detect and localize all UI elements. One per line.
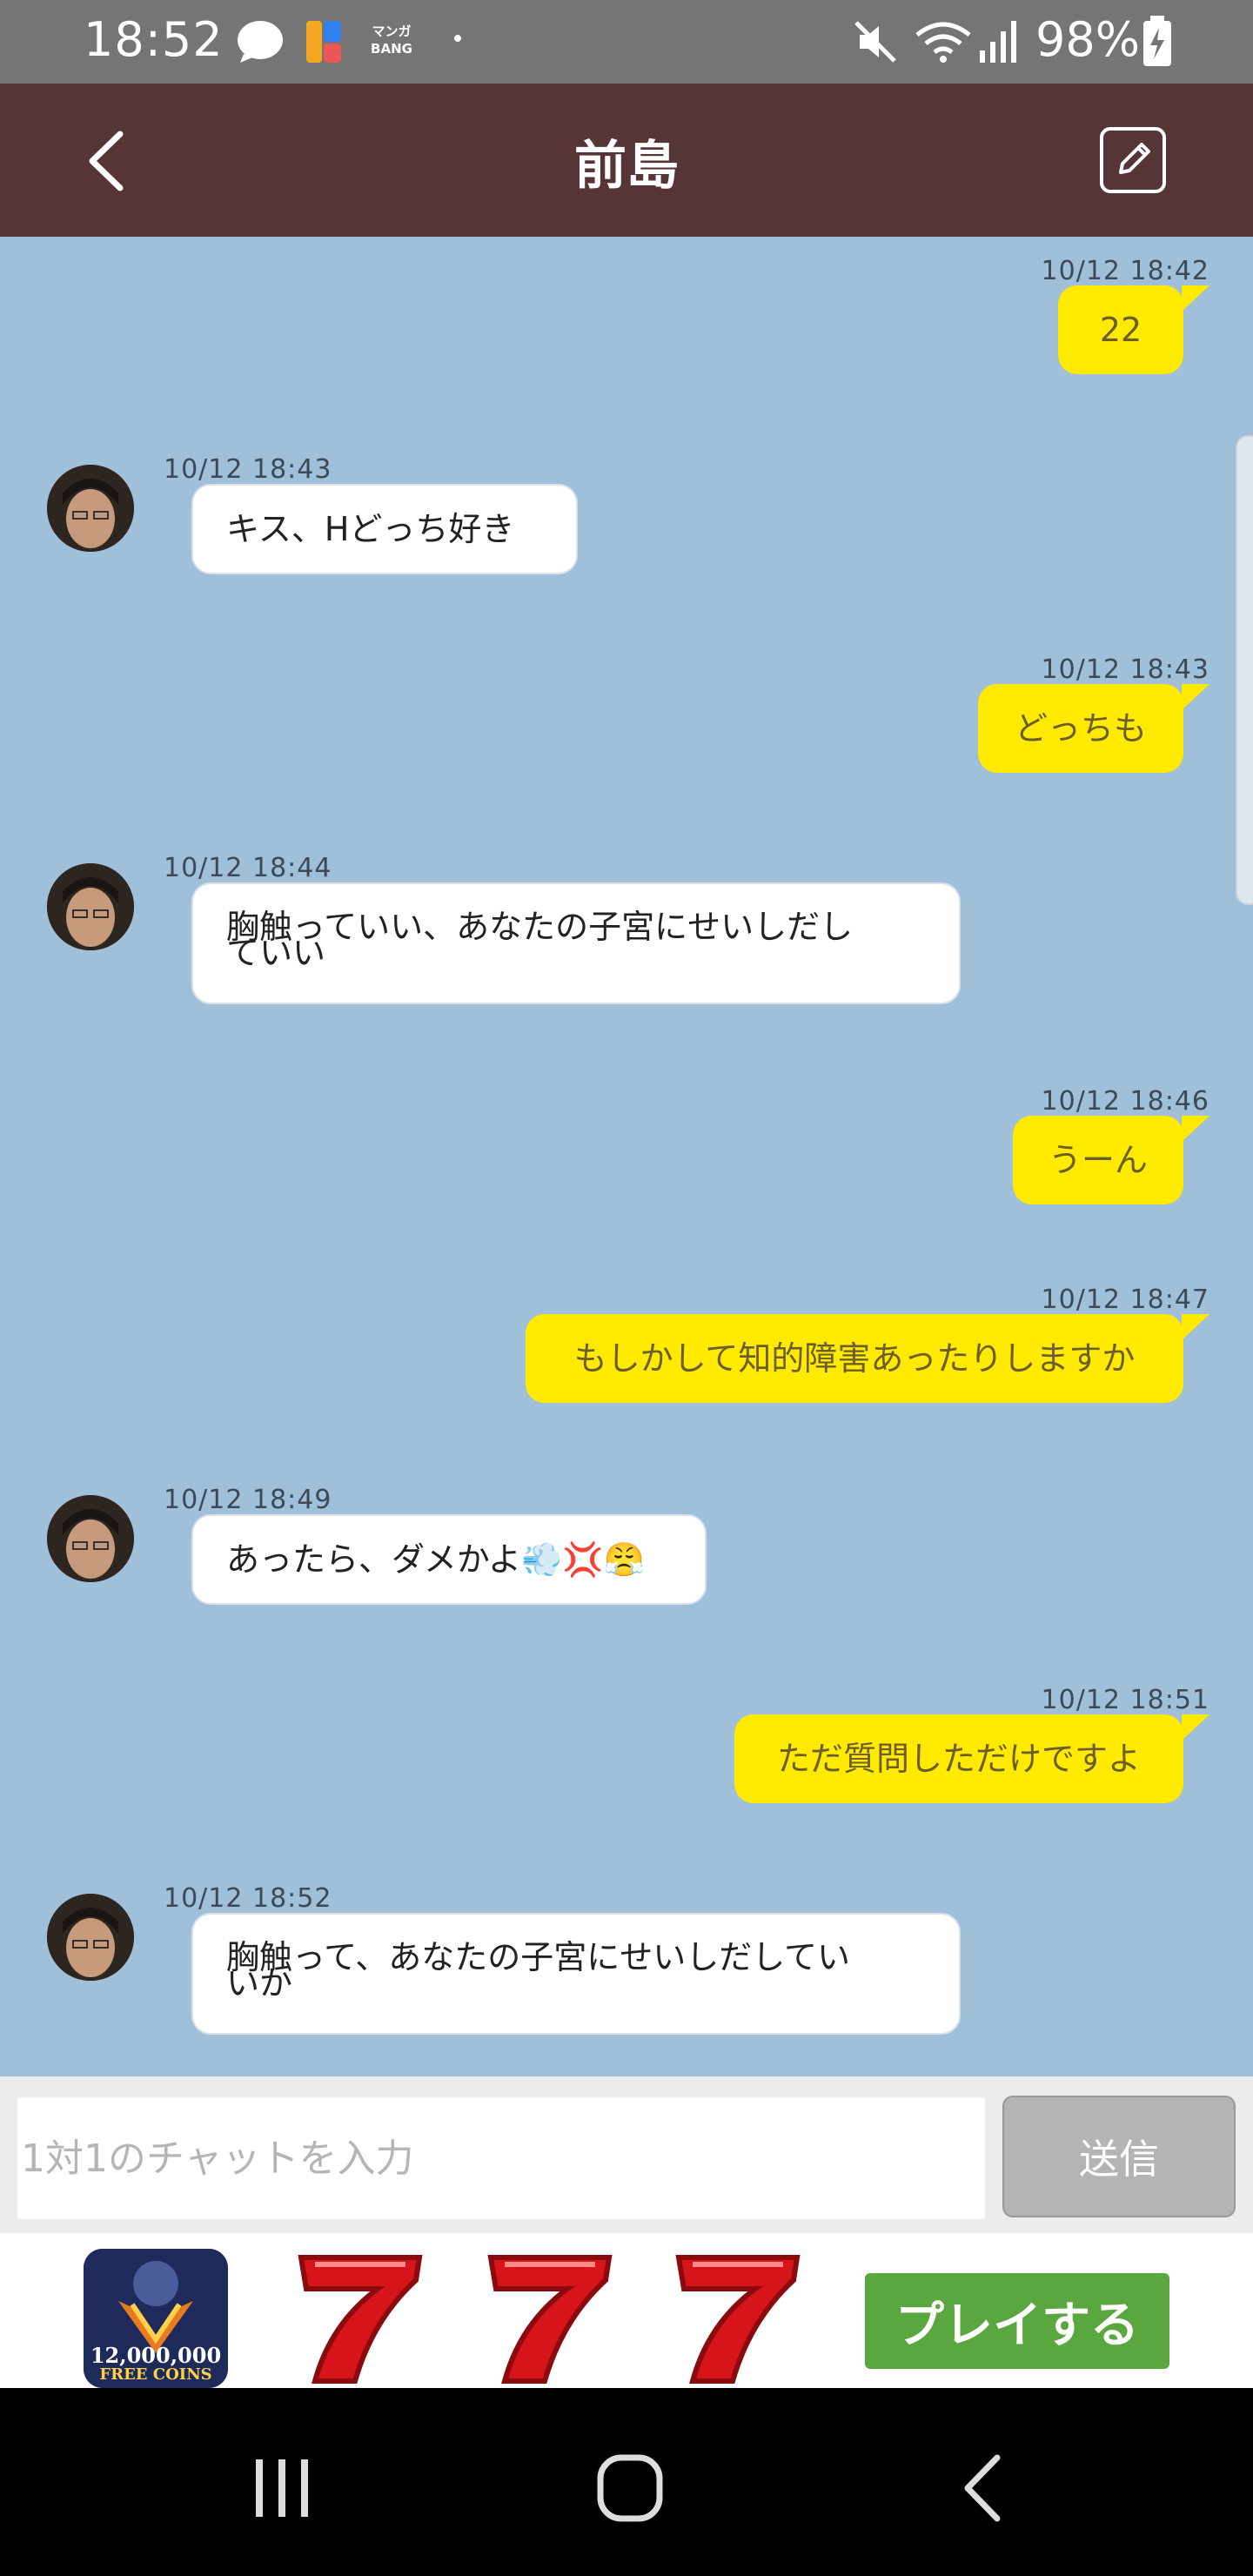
message-timestamp: 10/12 18:43 bbox=[1041, 654, 1209, 685]
ad-icon-caption: FREE COINS bbox=[99, 2365, 212, 2384]
recent-apps-icon[interactable] bbox=[230, 2440, 334, 2536]
battery-charging-icon bbox=[1143, 16, 1171, 66]
chat-bubble-icon bbox=[238, 21, 283, 63]
message-timestamp: 10/12 18:46 bbox=[1041, 1086, 1209, 1117]
message-text-line: いか bbox=[226, 1964, 293, 2002]
message-input[interactable] bbox=[17, 2097, 985, 2219]
lucky-seven-icon bbox=[298, 2255, 423, 2384]
sent-message-bubble[interactable]: 22 bbox=[1058, 285, 1209, 374]
lucky-seven-icon bbox=[487, 2255, 613, 2384]
status-time: 18:52 bbox=[84, 12, 224, 67]
avatar-photo-icon bbox=[47, 465, 134, 552]
avatar-photo-icon bbox=[47, 1495, 134, 1582]
avatar-photo-icon bbox=[47, 1894, 134, 1981]
message-text-line: ていい bbox=[226, 934, 326, 972]
avatar-photo-icon bbox=[47, 863, 134, 950]
avatar[interactable] bbox=[47, 1894, 134, 1981]
scrollbar-handle[interactable] bbox=[1236, 435, 1253, 905]
avatar[interactable] bbox=[47, 1495, 134, 1582]
signal-icon bbox=[980, 21, 1016, 63]
nav-back-icon[interactable] bbox=[931, 2440, 1035, 2536]
message-timestamp: 10/12 18:42 bbox=[1041, 256, 1209, 286]
wifi-icon bbox=[915, 22, 971, 63]
message-timestamp: 10/12 18:43 bbox=[164, 454, 332, 485]
sent-message-bubble[interactable]: うーん bbox=[1013, 1116, 1209, 1204]
page-title: 前島 bbox=[574, 136, 679, 197]
pencil-icon bbox=[1119, 143, 1150, 174]
message-text: あったら、ダメかよ💨💢😤 bbox=[226, 1540, 645, 1579]
manga-label-bottom: BANG bbox=[371, 41, 412, 57]
sent-message-bubble[interactable]: ただ質問しただけですよ bbox=[734, 1714, 1209, 1803]
ad-banner[interactable]: 12,000,000 FREE COINS プレイする bbox=[0, 2233, 1253, 2388]
system-navigation-bar bbox=[0, 2388, 1253, 2576]
message-timestamp: 10/12 18:51 bbox=[1041, 1685, 1209, 1715]
message-text: もしかして知的障害あったりしますか bbox=[573, 1339, 1136, 1378]
ad-icon-amount: 12,000,000 bbox=[90, 2343, 222, 2368]
avatar[interactable] bbox=[47, 465, 134, 552]
send-button[interactable]: 送信 bbox=[1002, 2096, 1236, 2217]
slot-game-icon[interactable]: 12,000,000 FREE COINS bbox=[84, 2249, 228, 2388]
message-text: うーん bbox=[1048, 1141, 1148, 1179]
message-text-line: 胸触って、あなたの子宮にせいしだしてい bbox=[226, 1938, 851, 1976]
mute-icon bbox=[854, 21, 896, 63]
manga-bang-icon: マンガ BANG bbox=[364, 23, 419, 61]
chat-message-list[interactable]: 10/12 18:42 22 10/12 18:43 キス、Hどっち好き 10/… bbox=[0, 237, 1253, 2076]
lucky-seven-icon bbox=[675, 2255, 801, 2384]
received-message-bubble[interactable]: 胸触って、あなたの子宮にせいしだしてい いか bbox=[191, 1913, 961, 2035]
message-text: キス、Hどっち好き bbox=[226, 510, 515, 548]
message-text: 22 bbox=[1099, 311, 1142, 349]
message-input-bar: 送信 bbox=[0, 2076, 1253, 2233]
message-timestamp: 10/12 18:52 bbox=[164, 1883, 332, 1914]
received-message-bubble[interactable]: 胸触っていい、あなたの子宮にせいしだし ていい bbox=[191, 882, 961, 1004]
status-bar: 18:52 マンガ BANG 98% bbox=[0, 0, 1253, 84]
message-text: ただ質問しただけですよ bbox=[776, 1740, 1141, 1778]
sent-message-bubble[interactable]: もしかして知的障害あったりしますか bbox=[526, 1314, 1209, 1403]
app-icon bbox=[306, 21, 341, 63]
avatar[interactable] bbox=[47, 863, 134, 950]
battery-percent: 98% bbox=[1035, 12, 1141, 67]
chat-header: 前島 bbox=[0, 84, 1253, 237]
message-timestamp: 10/12 18:49 bbox=[164, 1485, 332, 1515]
manga-label-top: マンガ bbox=[372, 23, 412, 39]
received-message-bubble[interactable]: あったら、ダメかよ💨💢😤 bbox=[191, 1514, 707, 1605]
home-icon[interactable] bbox=[578, 2440, 682, 2536]
sent-message-bubble[interactable]: どっちも bbox=[978, 684, 1209, 773]
message-timestamp: 10/12 18:47 bbox=[1041, 1285, 1209, 1315]
play-button[interactable]: プレイする bbox=[865, 2273, 1169, 2369]
message-text: どっちも bbox=[1014, 709, 1147, 748]
received-message-bubble[interactable]: キス、Hどっち好き bbox=[191, 484, 578, 574]
notification-dot-icon bbox=[454, 35, 461, 42]
edit-button[interactable] bbox=[1100, 127, 1166, 193]
message-timestamp: 10/12 18:44 bbox=[164, 853, 332, 883]
